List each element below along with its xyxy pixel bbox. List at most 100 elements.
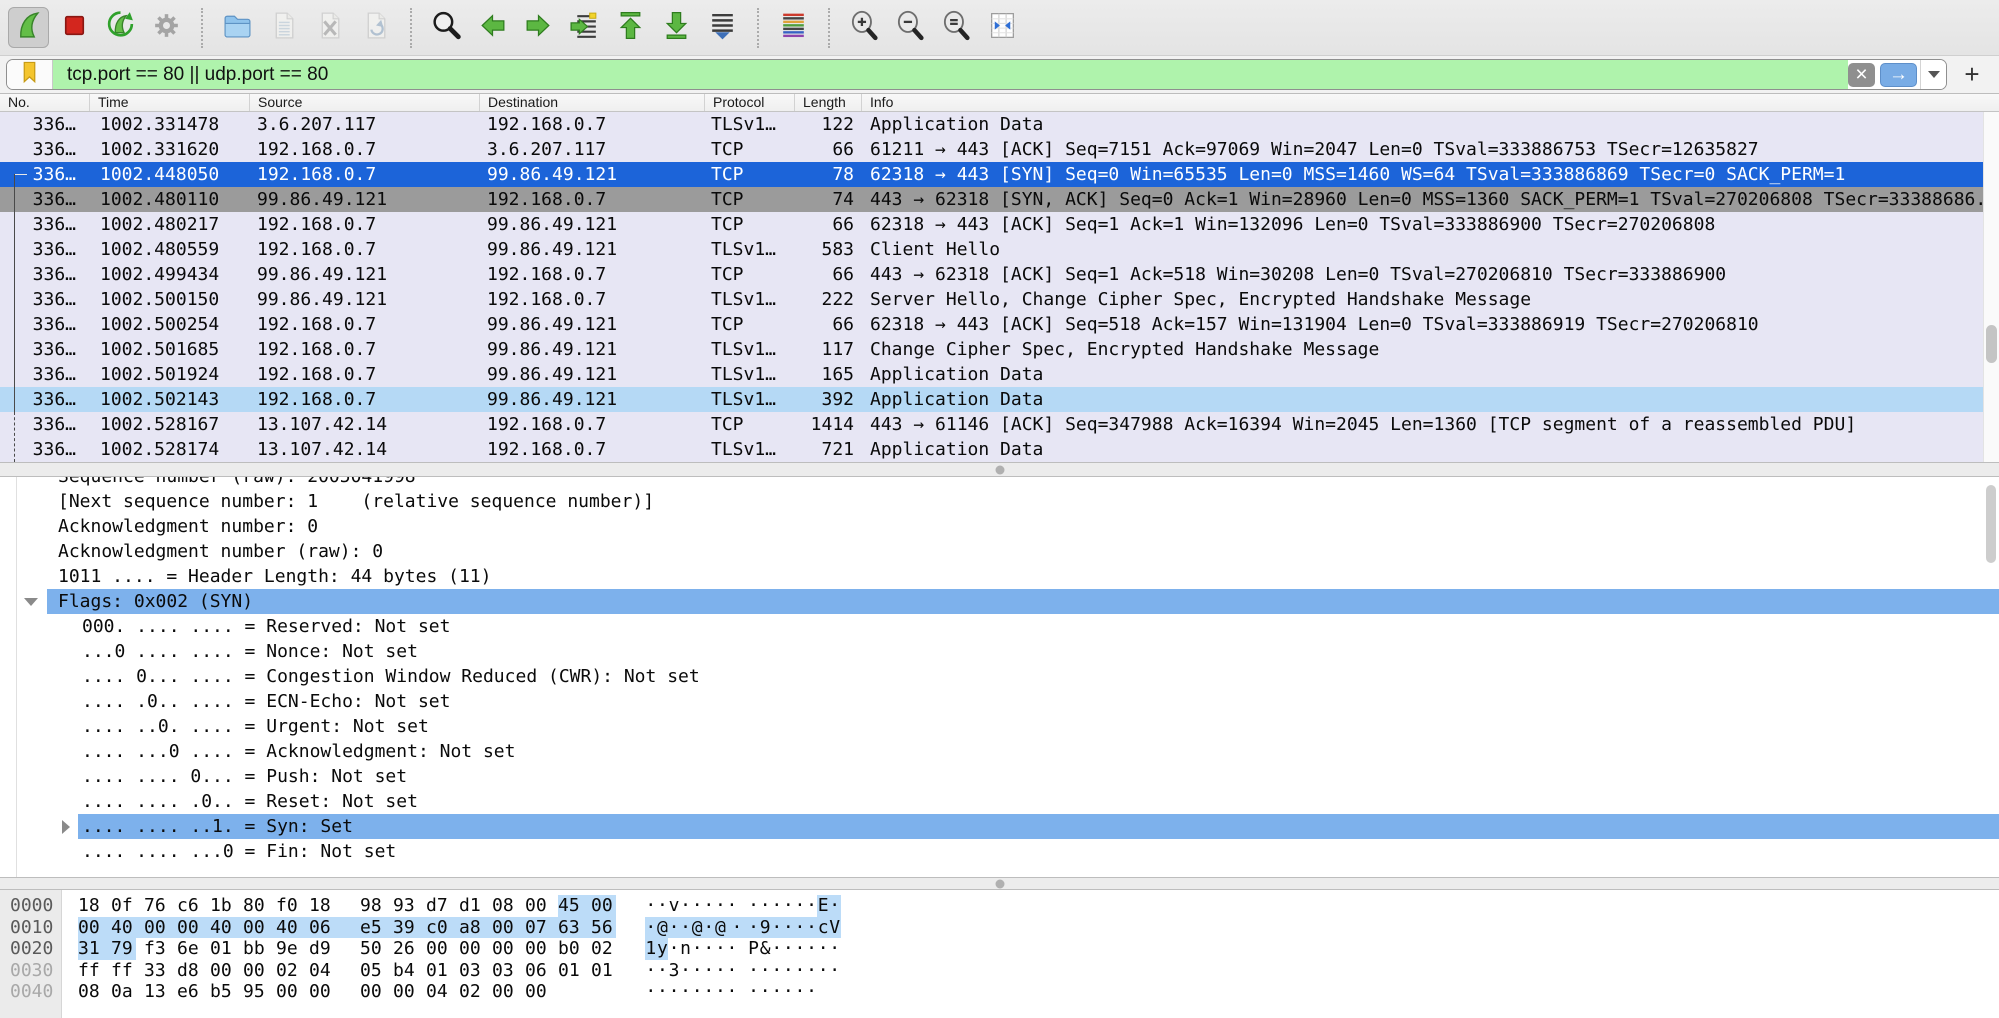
filter-clear-button[interactable]: × — [1848, 63, 1875, 87]
packet-row[interactable]: 336…1002.502143192.168.0.799.86.49.121TL… — [0, 387, 1983, 412]
ascii-char: · — [703, 917, 715, 939]
hex-byte: 39 — [393, 917, 426, 939]
restart-icon — [104, 9, 137, 47]
cell-length: 122 — [795, 112, 862, 137]
filter-apply-button[interactable]: → — [1880, 63, 1917, 87]
detail-line[interactable]: .... ...0 .... = Acknowledgment: Not set — [0, 739, 1999, 764]
toolbar-close-file-button[interactable] — [309, 7, 350, 48]
packet-row[interactable]: 336…1002.3314783.6.207.117192.168.0.7TLS… — [0, 112, 1983, 137]
toolbar-resize-columns-button[interactable] — [982, 7, 1023, 48]
packet-row[interactable]: 336…1002.48011099.86.49.121192.168.0.7TC… — [0, 187, 1983, 212]
packet-row[interactable]: 336…1002.50015099.86.49.121192.168.0.7TL… — [0, 287, 1983, 312]
hex-row[interactable]: 0030ffff33d80000020405b4010303060101··3·… — [0, 960, 1999, 982]
hex-byte: 00 — [78, 917, 111, 939]
scrollbar-thumb[interactable] — [1986, 325, 1997, 363]
display-filter-input[interactable] — [53, 60, 1848, 89]
cell-destination: 192.168.0.7 — [480, 112, 705, 137]
column-header-length[interactable]: Length — [795, 94, 862, 111]
toolbar-open-file-button[interactable] — [217, 7, 258, 48]
toolbar-stop-button[interactable] — [54, 7, 95, 48]
hex-byte: 00 — [393, 981, 418, 1003]
detail-line[interactable]: ...0 .... .... = Nonce: Not set — [0, 639, 1999, 664]
detail-text: .... .0.. .... = ECN-Echo: Not set — [78, 689, 1999, 714]
toolbar-go-to-top-button[interactable] — [610, 7, 651, 48]
display-filter-field: × → — [6, 59, 1947, 90]
toolbar-auto-scroll-button[interactable] — [702, 7, 743, 48]
toolbar-save-file-button[interactable] — [263, 7, 304, 48]
ascii-char: · — [691, 960, 703, 982]
toolbar-zoom-in-button[interactable] — [844, 7, 885, 48]
cell-destination: 99.86.49.121 — [480, 162, 705, 187]
packet-row[interactable]: 336…1002.331620192.168.0.73.6.207.117TCP… — [0, 137, 1983, 162]
toolbar-zoom-reset-button[interactable] — [936, 7, 977, 48]
filter-dropdown-button[interactable] — [1920, 60, 1946, 89]
go-to-packet-icon — [568, 9, 601, 47]
detail-line[interactable]: .... 0... .... = Congestion Window Reduc… — [0, 664, 1999, 689]
packet-row[interactable]: 336…1002.500254192.168.0.799.86.49.121TC… — [0, 312, 1983, 337]
toolbar-find-packet-button[interactable] — [426, 7, 467, 48]
expander-open-icon[interactable] — [24, 598, 38, 606]
detail-line[interactable]: 000. .... .... = Reserved: Not set — [0, 614, 1999, 639]
toolbar-reload-file-button[interactable] — [355, 7, 396, 48]
expander-closed-icon[interactable] — [62, 820, 70, 834]
detail-line[interactable]: [Next sequence number: 1 (relative seque… — [0, 489, 1999, 514]
hex-row[interactable]: 0040080a13e6b5950000000004020000········… — [0, 981, 1999, 1003]
toolbar-go-forward-button[interactable] — [518, 7, 559, 48]
ascii-char: · — [794, 917, 806, 939]
detail-line[interactable]: Sequence number (raw): 2005041998 — [0, 477, 1999, 489]
packet-row[interactable]: 336…1002.52816713.107.42.14192.168.0.7TC… — [0, 412, 1983, 437]
column-header-info[interactable]: Info — [862, 94, 1999, 111]
column-header-time[interactable]: Time — [90, 94, 250, 111]
detail-line[interactable]: .... .... ..1. = Syn: Set — [0, 814, 1999, 839]
detail-line[interactable]: Flags: 0x002 (SYN) — [0, 589, 1999, 614]
detail-line[interactable]: .... .... 0... = Push: Not set — [0, 764, 1999, 789]
go-back-icon — [476, 9, 509, 47]
hex-row[interactable]: 0000180f76c61b80f0189893d7d108004500··v·… — [0, 895, 1999, 917]
packet-list-scrollbar[interactable] — [1983, 112, 1999, 462]
hex-byte: 56 — [591, 917, 616, 939]
hex-bytes: 3179f36e01bb9ed9502600000000b002 — [78, 938, 624, 960]
packet-list: No.TimeSourceDestinationProtocolLengthIn… — [0, 94, 1999, 462]
packet-row[interactable]: 336…1002.52817413.107.42.14192.168.0.7TL… — [0, 437, 1983, 462]
column-header-source[interactable]: Source — [250, 94, 480, 111]
hex-byte: 80 — [243, 895, 268, 917]
toolbar-zoom-out-button[interactable] — [890, 7, 931, 48]
toolbar-go-to-bottom-button[interactable] — [656, 7, 697, 48]
ascii-char: · — [829, 895, 841, 917]
hex-row[interactable]: 00100040000040004006e539c0a800076356·@··… — [0, 917, 1999, 939]
detail-line[interactable]: Acknowledgment number (raw): 0 — [0, 539, 1999, 564]
splitter-details-hex[interactable] — [0, 877, 1999, 890]
toolbar-capture-options-button[interactable] — [146, 7, 187, 48]
cell-protocol: TLSv1… — [705, 287, 795, 312]
packet-row[interactable]: 336…1002.49943499.86.49.121192.168.0.7TC… — [0, 262, 1983, 287]
toolbar-go-to-packet-button[interactable] — [564, 7, 605, 48]
packet-row[interactable]: 336…1002.480559192.168.0.799.86.49.121TL… — [0, 237, 1983, 262]
toolbar-restart-button[interactable] — [100, 7, 141, 48]
hex-byte: 00 — [525, 981, 550, 1003]
column-header-no[interactable]: No. — [0, 94, 90, 111]
detail-line[interactable]: .... .0.. .... = ECN-Echo: Not set — [0, 689, 1999, 714]
filter-bookmark-button[interactable] — [7, 60, 53, 89]
detail-line[interactable]: Acknowledgment number: 0 — [0, 514, 1999, 539]
detail-line[interactable]: 1011 .... = Header Length: 44 bytes (11) — [0, 564, 1999, 589]
packet-row[interactable]: 336…1002.448050192.168.0.799.86.49.121TC… — [0, 162, 1983, 187]
toolbar-colorize-button[interactable] — [773, 7, 814, 48]
toolbar-go-back-button[interactable] — [472, 7, 513, 48]
column-header-destination[interactable]: Destination — [480, 94, 705, 111]
column-header-protocol[interactable]: Protocol — [705, 94, 795, 111]
filter-add-button[interactable]: + — [1955, 59, 1989, 90]
splitter-list-details[interactable] — [0, 462, 1999, 477]
ascii-char: · — [748, 960, 760, 982]
hex-byte: 00 — [144, 917, 177, 939]
hex-row[interactable]: 00203179f36e01bb9ed9502600000000b0021y·n… — [0, 938, 1999, 960]
hex-byte: 6e — [177, 938, 202, 960]
packet-row[interactable]: 336…1002.480217192.168.0.799.86.49.121TC… — [0, 212, 1983, 237]
detail-line[interactable]: .... .... .0.. = Reset: Not set — [0, 789, 1999, 814]
toolbar-wireshark-start-button[interactable] — [8, 7, 49, 48]
packet-row[interactable]: 336…1002.501685192.168.0.799.86.49.121TL… — [0, 337, 1983, 362]
detail-line[interactable]: .... .... ...0 = Fin: Not set — [0, 839, 1999, 864]
detail-line[interactable]: .... ..0. .... = Urgent: Not set — [0, 714, 1999, 739]
packet-details-pane: Sequence number (raw): 2005041998[Next s… — [0, 477, 1999, 877]
packet-row[interactable]: 336…1002.501924192.168.0.799.86.49.121TL… — [0, 362, 1983, 387]
cell-length: 74 — [795, 187, 862, 212]
